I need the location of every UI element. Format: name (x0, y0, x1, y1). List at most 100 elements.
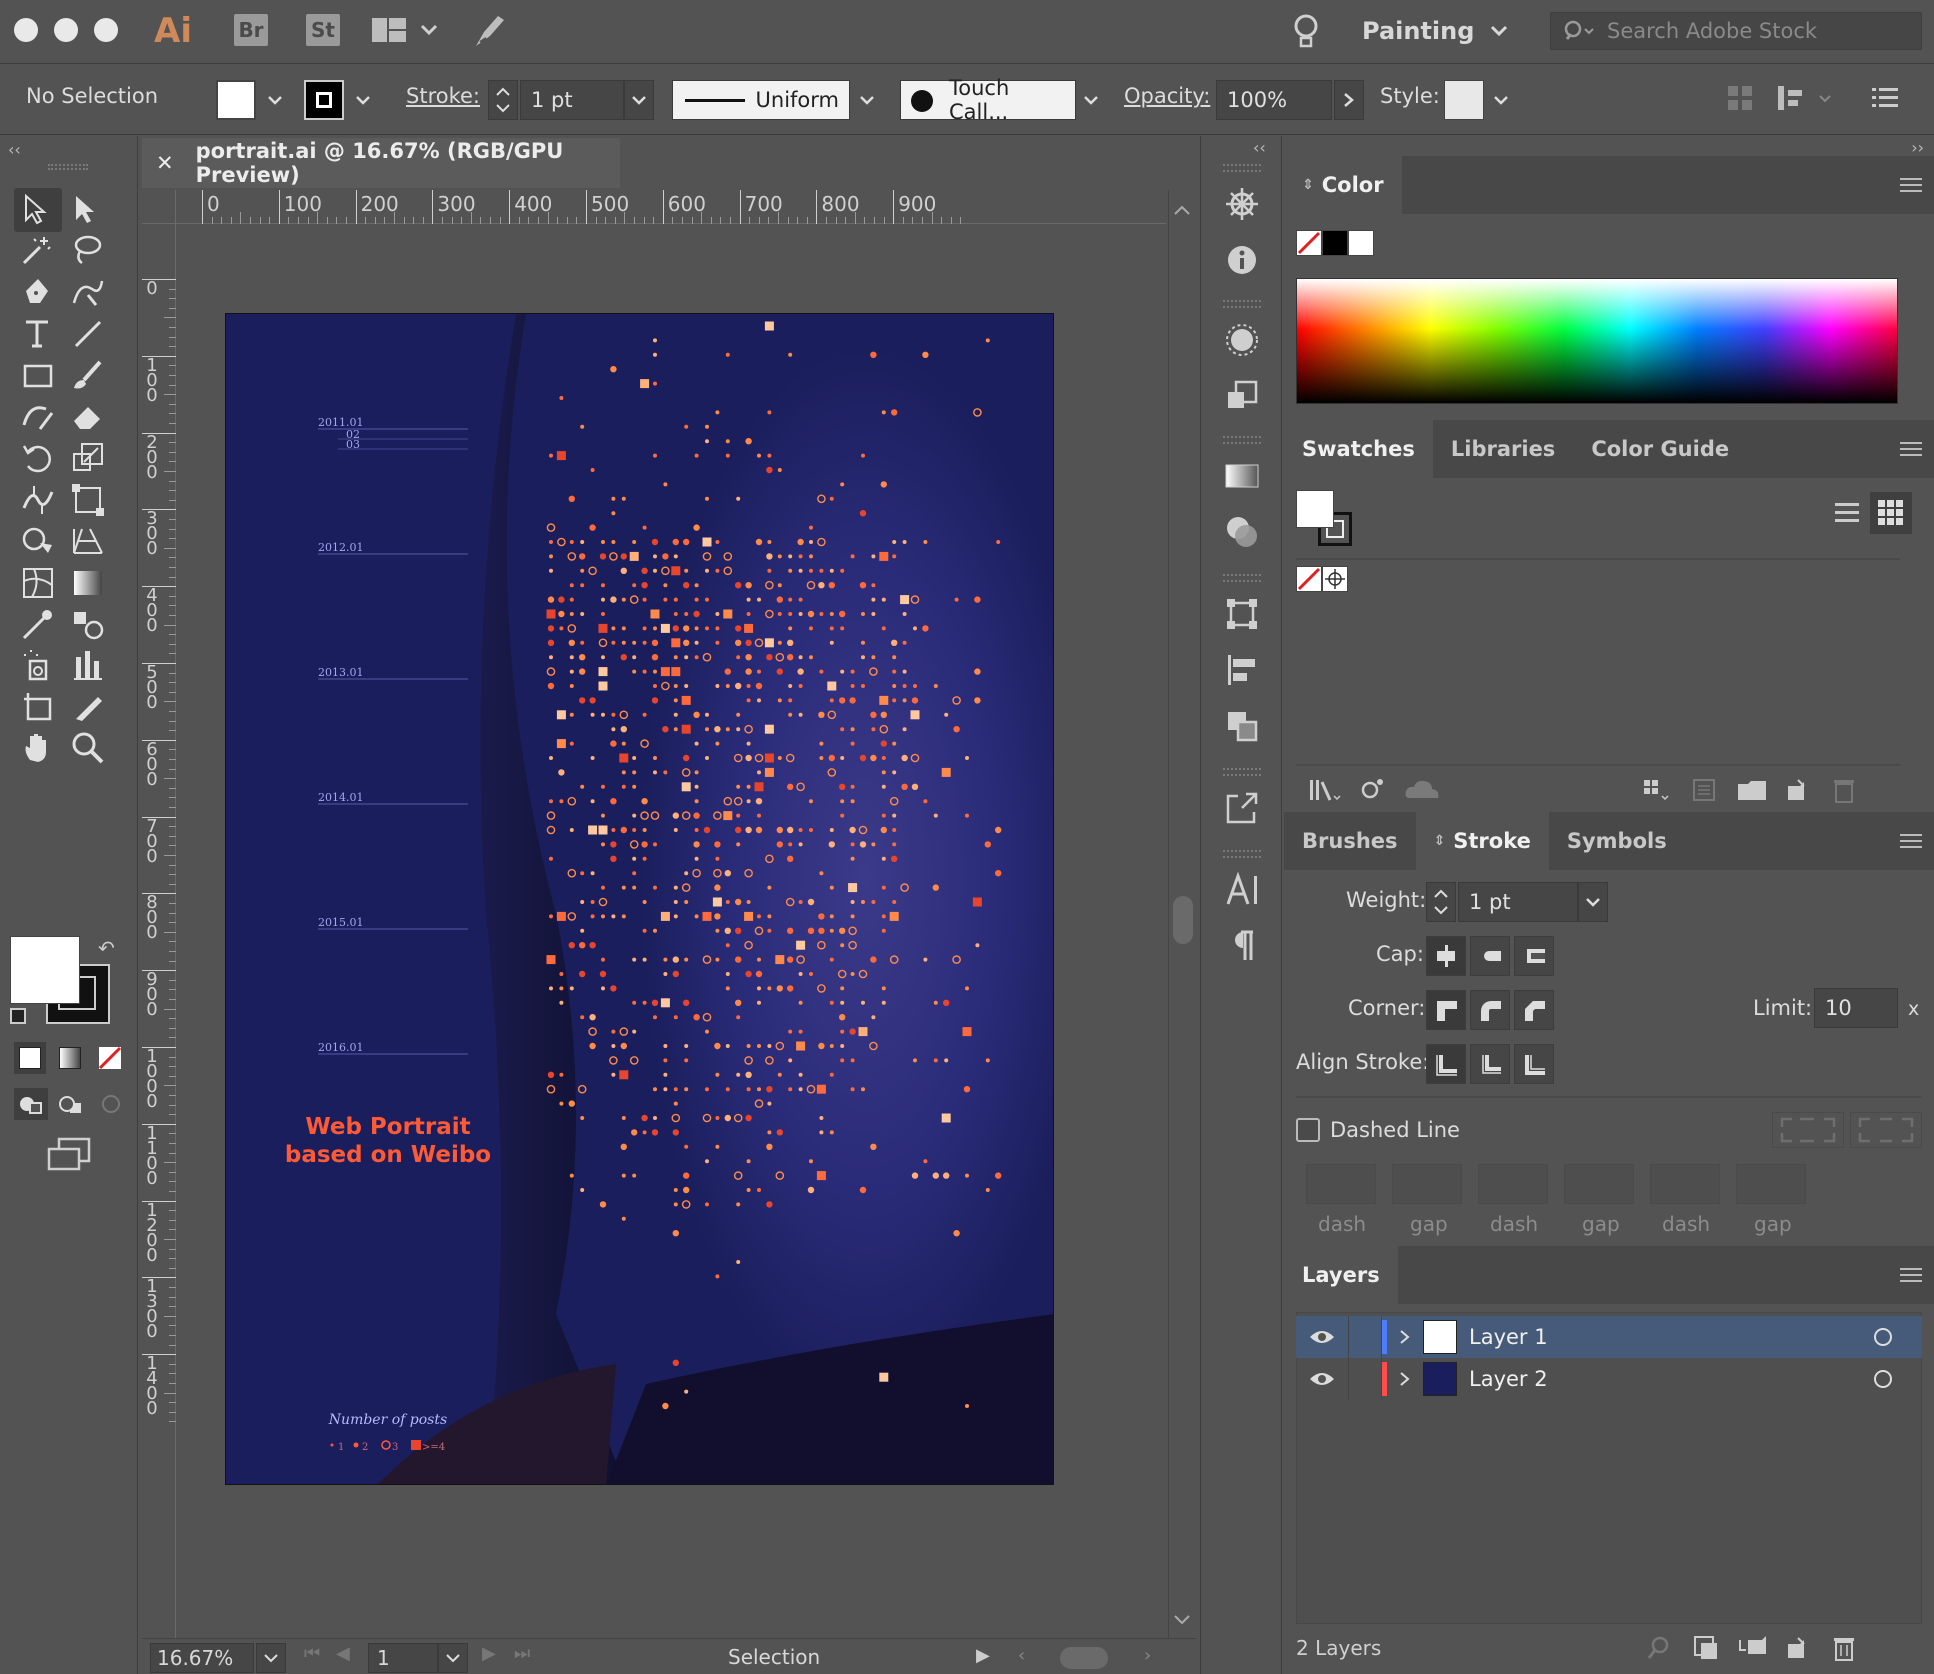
tab-brushes[interactable]: Brushes (1284, 812, 1416, 870)
new-layer-button[interactable] (1784, 1634, 1812, 1662)
stroke-weight-input[interactable]: 1 pt (520, 80, 624, 120)
color-mode-button[interactable] (14, 1042, 46, 1074)
dash-input-2[interactable] (1478, 1164, 1548, 1204)
arrange-documents-button[interactable] (370, 14, 442, 48)
black-swatch[interactable] (1322, 230, 1348, 256)
direct-selection-tool[interactable] (64, 188, 112, 232)
workspace-switcher[interactable]: Painting (1362, 10, 1508, 52)
align-panel-button[interactable] (1218, 646, 1266, 694)
transform-panel-button[interactable] (1218, 590, 1266, 638)
graphic-style-swatch[interactable] (1444, 80, 1484, 120)
scale-tool[interactable] (64, 436, 112, 480)
draw-normal-button[interactable] (14, 1088, 48, 1120)
symbol-sprayer-tool[interactable] (14, 643, 62, 687)
cloud-sync-button[interactable] (1402, 776, 1442, 804)
weight-dropdown[interactable] (1578, 882, 1608, 922)
lock-toggle[interactable] (1348, 1316, 1382, 1358)
expand-layer-button[interactable] (1399, 1329, 1423, 1345)
panel-menu-icon[interactable] (1900, 178, 1922, 192)
bridge-button[interactable]: Br (234, 14, 268, 46)
align-dash-corners-button[interactable] (1850, 1112, 1922, 1148)
align-button[interactable] (1726, 84, 1754, 112)
blend-tool[interactable] (64, 602, 112, 646)
expand-panels-icon[interactable]: ›› (1911, 138, 1924, 157)
dock-grip[interactable] (1223, 574, 1261, 582)
ruler-origin[interactable] (142, 190, 176, 224)
new-color-group-button[interactable] (1736, 776, 1768, 804)
tab-color-guide[interactable]: Color Guide (1573, 420, 1747, 478)
lock-toggle[interactable] (1348, 1358, 1382, 1400)
brush-definition[interactable]: Touch Call... (900, 76, 1076, 124)
perspective-grid-tool[interactable] (64, 519, 112, 563)
type-tool[interactable] (14, 312, 62, 356)
free-transform-tool[interactable] (64, 478, 112, 522)
visibility-toggle[interactable] (1296, 1329, 1348, 1345)
registration-swatch[interactable] (1322, 566, 1348, 592)
white-swatch[interactable] (1348, 230, 1374, 256)
variable-width-profile[interactable]: Uniform (672, 80, 850, 120)
column-graph-tool[interactable] (64, 643, 112, 687)
mesh-tool[interactable] (14, 561, 62, 605)
last-artboard-icon[interactable]: ⏭ (514, 1643, 530, 1664)
align-stroke-center-button[interactable] (1426, 1044, 1466, 1084)
weight-input[interactable]: 1 pt (1458, 882, 1578, 922)
collapse-panel-icon[interactable]: ⇕ (1302, 177, 1314, 193)
eraser-tool[interactable] (64, 395, 112, 439)
shaper-tool[interactable] (14, 395, 62, 439)
new-swatch-button[interactable] (1784, 776, 1812, 804)
transform-button[interactable] (1776, 82, 1836, 114)
line-segment-tool[interactable] (64, 312, 112, 356)
expand-layer-button[interactable] (1399, 1371, 1423, 1387)
dock-grip[interactable] (1223, 164, 1261, 172)
dashed-line-checkbox[interactable] (1296, 1118, 1320, 1142)
swatch-options-button[interactable] (1690, 776, 1718, 804)
stroke-label[interactable]: Stroke: (406, 84, 480, 108)
zoom-dropdown[interactable] (256, 1643, 286, 1673)
none-swatch-tile[interactable] (1296, 566, 1322, 592)
dock-grip[interactable] (1223, 300, 1261, 308)
character-panel-button[interactable] (1218, 866, 1266, 914)
dash-input-1[interactable] (1306, 1164, 1376, 1204)
delete-layer-button[interactable] (1832, 1634, 1856, 1662)
gradient-tool[interactable] (64, 561, 112, 605)
curvature-tool[interactable] (64, 271, 112, 315)
dash-input-3[interactable] (1650, 1164, 1720, 1204)
stroke-swatch[interactable] (304, 80, 344, 120)
tab-color[interactable]: ⇕ Color (1284, 156, 1402, 214)
panel-menu-icon[interactable] (1900, 1268, 1922, 1282)
show-swatch-kinds-button[interactable] (1358, 776, 1388, 804)
artboard[interactable]: 2011.01 02 03 2012.01 2013.01 2014.01 2015.01 2… (225, 313, 1054, 1485)
tab-swatches[interactable]: Swatches (1284, 420, 1433, 478)
selection-tool[interactable] (14, 188, 62, 232)
stock-button[interactable]: St (306, 14, 340, 46)
gradient-mode-button[interactable] (54, 1042, 86, 1074)
tab-libraries[interactable]: Libraries (1433, 420, 1573, 478)
paintbrush-tool[interactable] (64, 354, 112, 398)
lightbulb-button[interactable] (1290, 12, 1322, 52)
rotate-tool[interactable] (14, 436, 62, 480)
minimize-window-button[interactable] (54, 18, 78, 42)
collapse-dock-icon[interactable]: ‹‹ (1253, 138, 1266, 157)
round-cap-button[interactable] (1470, 936, 1510, 976)
horizontal-ruler[interactable]: 0 100 200 300 400 500 600 700 800 900 (176, 190, 1166, 224)
stroke-color-dropdown[interactable] (348, 80, 378, 120)
swatch-libraries-button[interactable] (1308, 776, 1342, 804)
gap-input-1[interactable] (1392, 1164, 1462, 1204)
profile-dropdown[interactable] (852, 80, 882, 120)
dock-grip[interactable] (1223, 850, 1261, 858)
artboard-number-input[interactable]: 1 (368, 1643, 438, 1673)
export-panel-button[interactable] (1218, 784, 1266, 832)
fill-proxy[interactable] (10, 936, 80, 1004)
artboard-tool[interactable] (14, 685, 62, 729)
butt-cap-button[interactable] (1426, 936, 1466, 976)
gap-input-2[interactable] (1564, 1164, 1634, 1204)
target-toggle[interactable] (1874, 1370, 1892, 1388)
draw-behind-button[interactable] (54, 1088, 88, 1120)
none-swatch[interactable] (1296, 230, 1322, 256)
appearance-panel-button[interactable] (1218, 316, 1266, 364)
color-spectrum[interactable] (1296, 278, 1898, 404)
fill-stroke-control[interactable]: ↶ (10, 936, 130, 1026)
fill-dropdown[interactable] (260, 80, 290, 120)
miter-join-button[interactable] (1426, 990, 1466, 1030)
scroll-right-icon[interactable]: › (1144, 1645, 1151, 1666)
